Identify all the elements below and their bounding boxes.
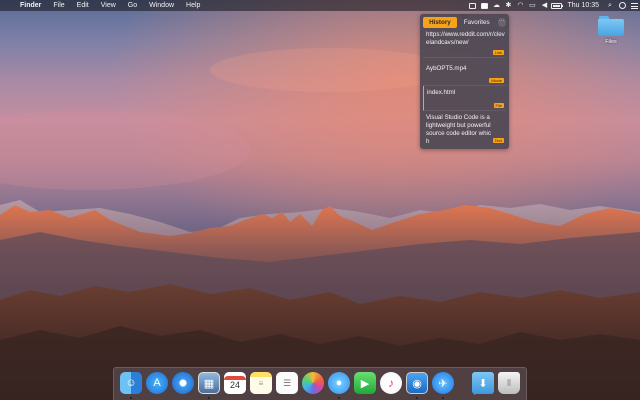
testflight-running-indicator bbox=[442, 397, 444, 399]
notification-center-icon[interactable] bbox=[628, 0, 640, 11]
menu-window[interactable]: Window bbox=[143, 0, 180, 11]
desktop-wallpaper bbox=[0, 0, 640, 400]
downloads-folder-icon[interactable]: ⬇ bbox=[472, 372, 494, 394]
clipboard-list: https://www.reddit.com/r/clevelandcavs/n… bbox=[420, 29, 509, 145]
folder-icon bbox=[598, 16, 624, 36]
calendar-day: 24 bbox=[229, 380, 240, 390]
user-icon[interactable] bbox=[616, 0, 628, 11]
clipboard-item-tag: Text bbox=[492, 138, 504, 143]
finder-icon[interactable]: ☺ bbox=[120, 372, 142, 394]
testflight-icon[interactable]: ✈ bbox=[432, 372, 454, 394]
clipboard-active-status-icon[interactable] bbox=[478, 0, 490, 11]
tab-history[interactable]: History bbox=[423, 17, 457, 28]
app-store-icon[interactable]: A bbox=[146, 372, 168, 394]
clipboard-item[interactable]: https://www.reddit.com/r/clevelandcavs/n… bbox=[423, 29, 506, 58]
search-icon[interactable]: ⌕ bbox=[604, 0, 616, 11]
clipboard-item-text: index.html bbox=[427, 89, 456, 96]
bluetooth-icon[interactable]: ✱ bbox=[502, 0, 514, 11]
clipboard-item-tag: Link bbox=[492, 50, 504, 55]
battery-icon[interactable] bbox=[550, 0, 563, 11]
menu-view[interactable]: View bbox=[95, 0, 122, 11]
desktop-folder-label: Files bbox=[605, 39, 617, 45]
clipboard-popover: History Favorites ··· https://www.reddit… bbox=[420, 14, 509, 149]
clipboard-item-text: AybOPT5.mp4 bbox=[426, 65, 467, 72]
status-area: ☁ ✱ ◠ ▭ ◀ Thu 10:35 ⌕ bbox=[466, 0, 640, 11]
menu-edit[interactable]: Edit bbox=[71, 0, 95, 11]
menu-file[interactable]: File bbox=[47, 0, 70, 11]
wifi-icon[interactable]: ◠ bbox=[514, 0, 526, 11]
notchmeister-icon[interactable]: ◉ bbox=[406, 372, 428, 394]
trash-icon[interactable]: ⫴ bbox=[498, 372, 520, 394]
menu-help[interactable]: Help bbox=[180, 0, 206, 11]
dock: ☺ A ✦ ▦ 24 ≡ ☰ ● ▶ ♪ ◉ ✈ ⬇ ⫴ bbox=[113, 367, 527, 400]
clipboard-item[interactable]: Visual Studio Code is a lightweight but … bbox=[423, 111, 506, 145]
music-icon[interactable]: ♪ bbox=[380, 372, 402, 394]
app-running-indicator bbox=[416, 397, 418, 399]
clipboard-item-selected[interactable]: index.html File bbox=[423, 86, 506, 111]
facetime-icon[interactable]: ▶ bbox=[354, 372, 376, 394]
safari-icon[interactable]: ✦ bbox=[172, 372, 194, 394]
calendar-icon[interactable]: 24 bbox=[224, 372, 246, 394]
airplay-icon[interactable]: ▭ bbox=[526, 0, 538, 11]
menu-clock[interactable]: Thu 10:35 bbox=[562, 0, 604, 11]
preview-icon[interactable]: ▦ bbox=[198, 372, 220, 394]
tab-favorites[interactable]: Favorites bbox=[458, 17, 496, 28]
more-options-icon[interactable]: ··· bbox=[497, 18, 506, 27]
clipboard-item-tag: File bbox=[493, 103, 504, 108]
menu-go[interactable]: Go bbox=[122, 0, 143, 11]
menu-bar: Finder File Edit View Go Window Help ☁ ✱… bbox=[0, 0, 640, 11]
reminders-icon[interactable]: ☰ bbox=[276, 372, 298, 394]
clipboard-item-tag: Movie bbox=[489, 78, 504, 83]
messages-running-indicator bbox=[338, 397, 340, 399]
preview-running-indicator bbox=[208, 397, 210, 399]
volume-icon[interactable]: ◀ bbox=[538, 0, 550, 11]
finder-running-indicator bbox=[130, 397, 132, 399]
photos-icon[interactable] bbox=[302, 372, 324, 394]
notes-icon[interactable]: ≡ bbox=[250, 372, 272, 394]
desktop-folder-files[interactable]: Files bbox=[594, 16, 628, 45]
menu-app-name[interactable]: Finder bbox=[16, 0, 47, 11]
clipboard-status-icon[interactable] bbox=[466, 0, 478, 11]
clipboard-tabs: History Favorites ··· bbox=[420, 14, 509, 29]
cloud-status-icon[interactable]: ☁ bbox=[490, 0, 502, 11]
clipboard-item-text: https://www.reddit.com/r/clevelandcavs/n… bbox=[426, 31, 505, 46]
messages-icon[interactable]: ● bbox=[328, 372, 350, 394]
clipboard-item[interactable]: AybOPT5.mp4 Movie bbox=[423, 58, 506, 86]
